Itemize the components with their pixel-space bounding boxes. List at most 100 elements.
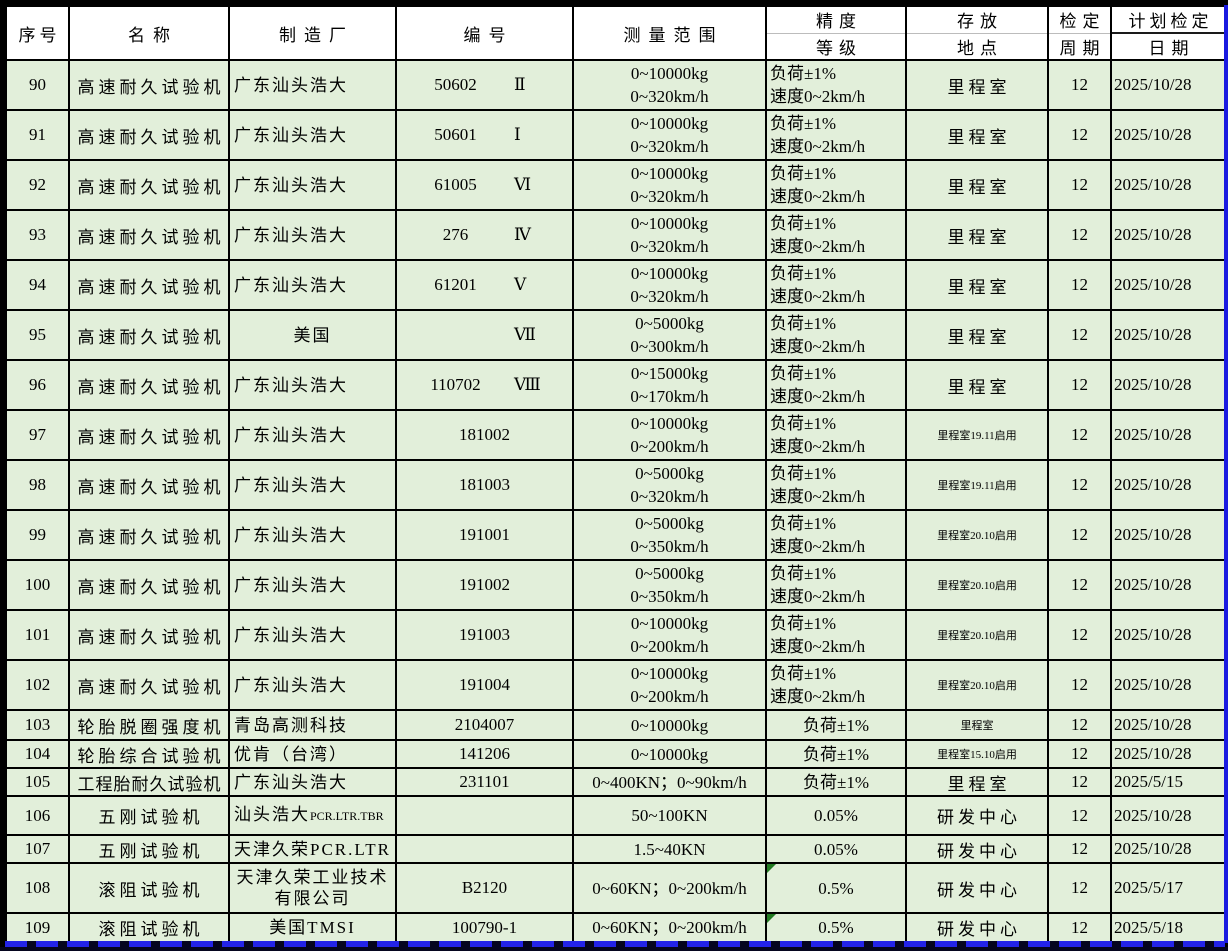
cell-verification-cycle[interactable]: 12	[1048, 660, 1111, 710]
cell-accuracy-grade[interactable]: 负荷±1%速度0~2km/h	[766, 110, 906, 160]
cell-verification-cycle[interactable]: 12	[1048, 835, 1111, 863]
cell-serial-no[interactable]: 95	[6, 310, 69, 360]
cell-storage-location[interactable]: 里程室20.10启用	[906, 660, 1048, 710]
cell-serial-no[interactable]: 107	[6, 835, 69, 863]
cell-name[interactable]: 高速耐久试验机	[69, 60, 229, 110]
cell-manufacturer[interactable]: 广东汕头浩大	[229, 110, 396, 160]
cell-planned-date[interactable]: 2025/10/28	[1111, 110, 1226, 160]
cell-accuracy-grade[interactable]: 负荷±1%	[766, 710, 906, 740]
cell-serial-no[interactable]: 91	[6, 110, 69, 160]
cell-verification-cycle[interactable]: 12	[1048, 710, 1111, 740]
cell-serial-no[interactable]: 92	[6, 160, 69, 210]
cell-verification-cycle[interactable]: 12	[1048, 460, 1111, 510]
cell-manufacturer[interactable]: 广东汕头浩大	[229, 460, 396, 510]
cell-serial-number[interactable]: 100790-1	[396, 913, 573, 942]
cell-name[interactable]: 高速耐久试验机	[69, 410, 229, 460]
cell-verification-cycle[interactable]: 12	[1048, 610, 1111, 660]
cell-accuracy-grade[interactable]: 负荷±1%速度0~2km/h	[766, 560, 906, 610]
cell-storage-location[interactable]: 里程室	[906, 310, 1048, 360]
cell-planned-date[interactable]: 2025/10/28	[1111, 710, 1226, 740]
cell-storage-location[interactable]: 里程室	[906, 160, 1048, 210]
cell-serial-no[interactable]: 105	[6, 768, 69, 796]
cell-planned-date[interactable]: 2025/10/28	[1111, 610, 1226, 660]
cell-manufacturer[interactable]: 广东汕头浩大	[229, 60, 396, 110]
header-col-name[interactable]: 名称	[69, 6, 229, 60]
cell-serial-number[interactable]: 61201Ⅴ	[396, 260, 573, 310]
cell-serial-number[interactable]: B2120	[396, 863, 573, 913]
cell-storage-location[interactable]: 里程室20.10启用	[906, 510, 1048, 560]
header-col-range[interactable]: 测量范围	[573, 6, 766, 60]
cell-name[interactable]: 高速耐久试验机	[69, 360, 229, 410]
cell-serial-number[interactable]: 181003	[396, 460, 573, 510]
cell-manufacturer[interactable]: 广东汕头浩大	[229, 660, 396, 710]
cell-manufacturer[interactable]: 广东汕头浩大	[229, 610, 396, 660]
cell-storage-location[interactable]: 研发中心	[906, 796, 1048, 835]
header-col-serial-no[interactable]: 序号	[6, 6, 69, 60]
cell-measurement-range[interactable]: 0~10000kg0~320km/h	[573, 110, 766, 160]
cell-serial-number[interactable]: 276Ⅳ	[396, 210, 573, 260]
cell-accuracy-grade[interactable]: 负荷±1%速度0~2km/h	[766, 260, 906, 310]
cell-storage-location[interactable]: 里程室	[906, 210, 1048, 260]
cell-accuracy-grade[interactable]: 0.5%	[766, 913, 906, 942]
cell-measurement-range[interactable]: 0~10000kg0~320km/h	[573, 160, 766, 210]
cell-accuracy-grade[interactable]: 负荷±1%	[766, 768, 906, 796]
cell-serial-no[interactable]: 101	[6, 610, 69, 660]
cell-planned-date[interactable]: 2025/10/28	[1111, 60, 1226, 110]
cell-manufacturer[interactable]: 广东汕头浩大	[229, 260, 396, 310]
cell-verification-cycle[interactable]: 12	[1048, 768, 1111, 796]
cell-serial-no[interactable]: 97	[6, 410, 69, 460]
cell-serial-number[interactable]: 231101	[396, 768, 573, 796]
cell-name[interactable]: 高速耐久试验机	[69, 660, 229, 710]
cell-manufacturer[interactable]: 广东汕头浩大	[229, 768, 396, 796]
cell-measurement-range[interactable]: 0~10000kg0~200km/h	[573, 410, 766, 460]
cell-name[interactable]: 轮胎脱圈强度机	[69, 710, 229, 740]
cell-verification-cycle[interactable]: 12	[1048, 740, 1111, 768]
cell-manufacturer[interactable]: 广东汕头浩大	[229, 410, 396, 460]
cell-measurement-range[interactable]: 0~5000kg0~320km/h	[573, 460, 766, 510]
cell-name[interactable]: 高速耐久试验机	[69, 260, 229, 310]
cell-verification-cycle[interactable]: 12	[1048, 60, 1111, 110]
cell-storage-location[interactable]: 里程室15.10启用	[906, 740, 1048, 768]
cell-measurement-range[interactable]: 0~10000kg0~200km/h	[573, 660, 766, 710]
cell-planned-date[interactable]: 2025/10/28	[1111, 260, 1226, 310]
cell-measurement-range[interactable]: 0~5000kg0~300km/h	[573, 310, 766, 360]
cell-storage-location[interactable]: 里程室	[906, 110, 1048, 160]
cell-name[interactable]: 高速耐久试验机	[69, 510, 229, 560]
cell-storage-location[interactable]: 里程室	[906, 360, 1048, 410]
cell-measurement-range[interactable]: 0~15000kg0~170km/h	[573, 360, 766, 410]
cell-measurement-range[interactable]: 0~10000kg0~320km/h	[573, 260, 766, 310]
cell-serial-no[interactable]: 90	[6, 60, 69, 110]
cell-storage-location[interactable]: 研发中心	[906, 913, 1048, 942]
cell-serial-no[interactable]: 98	[6, 460, 69, 510]
cell-measurement-range[interactable]: 1.5~40KN	[573, 835, 766, 863]
cell-manufacturer[interactable]: 天津久荣工业技术有限公司	[229, 863, 396, 913]
cell-serial-number[interactable]: 181002	[396, 410, 573, 460]
cell-storage-location[interactable]: 里程室	[906, 60, 1048, 110]
cell-serial-no[interactable]: 96	[6, 360, 69, 410]
cell-accuracy-grade[interactable]: 0.05%	[766, 835, 906, 863]
cell-planned-date[interactable]: 2025/10/28	[1111, 310, 1226, 360]
cell-planned-date[interactable]: 2025/10/28	[1111, 660, 1226, 710]
cell-measurement-range[interactable]: 0~5000kg0~350km/h	[573, 510, 766, 560]
cell-verification-cycle[interactable]: 12	[1048, 360, 1111, 410]
cell-manufacturer[interactable]: 天津久荣PCR.LTR	[229, 835, 396, 863]
header-col-cycle[interactable]: 检定 周期	[1048, 6, 1111, 60]
cell-storage-location[interactable]: 研发中心	[906, 863, 1048, 913]
cell-name[interactable]: 高速耐久试验机	[69, 610, 229, 660]
cell-storage-location[interactable]: 里程室20.10启用	[906, 560, 1048, 610]
cell-name[interactable]: 滚阻试验机	[69, 913, 229, 942]
cell-verification-cycle[interactable]: 12	[1048, 110, 1111, 160]
cell-accuracy-grade[interactable]: 负荷±1%速度0~2km/h	[766, 610, 906, 660]
cell-serial-number[interactable]	[396, 835, 573, 863]
cell-accuracy-grade[interactable]: 负荷±1%	[766, 740, 906, 768]
cell-serial-no[interactable]: 109	[6, 913, 69, 942]
cell-accuracy-grade[interactable]: 0.05%	[766, 796, 906, 835]
cell-name[interactable]: 高速耐久试验机	[69, 210, 229, 260]
cell-name[interactable]: 五刚试验机	[69, 835, 229, 863]
cell-name[interactable]: 五刚试验机	[69, 796, 229, 835]
cell-verification-cycle[interactable]: 12	[1048, 210, 1111, 260]
cell-verification-cycle[interactable]: 12	[1048, 560, 1111, 610]
cell-verification-cycle[interactable]: 12	[1048, 410, 1111, 460]
cell-accuracy-grade[interactable]: 负荷±1%速度0~2km/h	[766, 210, 906, 260]
header-col-planned-date[interactable]: 计划检定 日期	[1111, 6, 1226, 60]
